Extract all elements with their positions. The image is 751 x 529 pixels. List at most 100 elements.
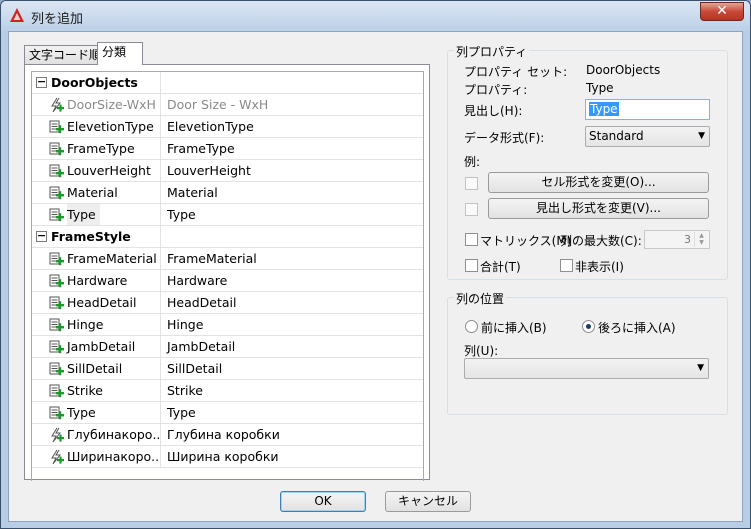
max-columns-value: 3 [684,233,691,246]
property-icon [48,273,64,289]
property-row[interactable]: DoorSize-WxH Door Size - WxH [32,94,423,116]
property-description: LouverHeight [167,163,251,178]
property-icon [48,317,64,333]
ok-button[interactable]: OK [280,491,366,512]
property-description: FrameMaterial [167,251,257,266]
property-name: Hardware [67,273,128,288]
property-name: LouverHeight [67,163,151,178]
heading-input[interactable]: Type [585,99,710,120]
property-name-cell: Type [32,402,161,424]
column-position-group: 列の位置 前に挿入(B) 後ろに挿入(A) 列(U): ▼ [447,290,728,415]
property-name-cell: DoorSize-WxH [32,94,161,116]
group-row[interactable]: − DoorObjects [32,72,423,94]
property-icon [48,383,64,399]
property-row[interactable]: SillDetail SillDetail [32,358,423,380]
property-row[interactable]: FrameMaterial FrameMaterial [32,248,423,270]
insert-before-radio[interactable] [465,320,478,333]
property-name: Hinge [67,317,104,332]
property-name-cell: FrameType [32,138,161,160]
matrix-checkbox[interactable] [465,233,478,246]
chevron-down-icon: ▼ [697,363,704,373]
property-grid: − DoorObjects DoorSize-WxH Door Size - WxH E… [31,71,424,481]
property-name: HeadDetail [67,295,137,310]
column-properties-title: 列プロパティ [454,43,530,60]
data-format-label: データ形式(F): [464,131,545,145]
property-description: HeadDetail [167,295,237,310]
property-description: Type [167,405,196,420]
heading-input-value: Type [589,102,619,116]
property-row[interactable]: Hardware Hardware [32,270,423,292]
total-checkbox[interactable] [465,259,478,272]
property-name: FrameMaterial [67,251,157,266]
tab-alphabetical[interactable]: 文字コード順 [24,45,101,65]
property-name: Strike [67,383,103,398]
property-row[interactable]: Hinge Hinge [32,314,423,336]
property-name-cell: Глубинакоро... [32,424,161,446]
property-name-cell: HeadDetail [32,292,161,314]
property-description: JambDetail [167,339,236,354]
max-columns-spinner: 3 ▲ ▼ [644,230,710,249]
property-name-cell: Material [32,182,161,204]
property-name-cell: JambDetail [32,336,161,358]
property-row[interactable]: HeadDetail HeadDetail [32,292,423,314]
property-row[interactable]: Strike Strike [32,380,423,402]
dialog-body: 文字コード順 分類 − DoorObjects DoorSize-WxH Door S… [8,31,743,522]
column-dropdown[interactable]: ▼ [464,358,709,379]
column-properties-group: 列プロパティ プロパティ セット: DoorObjects プロパティ: Typ… [447,43,728,280]
collapse-toggle-icon[interactable]: − [36,76,47,88]
add-column-dialog: 列を追加 ✕ 文字コード順 分類 − DoorObjects DoorSize-Wx… [0,0,751,529]
property-name-cell: LouverHeight [32,160,161,182]
property-list-panel: − DoorObjects DoorSize-WxH Door Size - WxH E… [24,64,430,481]
property-row[interactable]: Глубинакоро... Глубина коробки [32,424,423,446]
cancel-button[interactable]: キャンセル [385,491,471,512]
property-description: Hardware [167,273,228,288]
example-heading-checkbox [465,203,478,216]
property-name: FrameType [67,141,135,156]
property-row[interactable]: ElevetionType ElevetionType [32,116,423,138]
group-name: FrameStyle [51,229,131,244]
property-name: Material [67,185,118,200]
property-icon [48,405,64,421]
property-name-cell: Ширинакоро... [32,446,161,468]
example-cell-checkbox [465,177,478,190]
close-button[interactable]: ✕ [700,2,744,21]
property-set-value: DoorObjects [586,63,661,77]
property-icon [48,119,64,135]
tab-categorized[interactable]: 分類 [97,42,143,65]
total-label: 合計(T) [480,260,521,274]
property-icon [48,185,64,201]
column-label: 列(U): [464,344,499,358]
property-row[interactable]: Type Type [32,204,423,226]
window-title: 列を追加 [31,12,84,27]
property-row[interactable]: JambDetail JambDetail [32,336,423,358]
property-row[interactable]: LouverHeight LouverHeight [32,160,423,182]
change-heading-format-button[interactable]: 見出し形式を変更(V)... [488,198,709,219]
property-name: DoorSize-WxH [67,97,156,112]
property-name: ElevetionType [67,119,154,134]
hide-checkbox[interactable] [560,259,573,272]
property-row[interactable]: Type Type [32,402,423,424]
collapse-toggle-icon[interactable]: − [36,230,47,242]
property-row[interactable]: FrameType FrameType [32,138,423,160]
property-row[interactable]: Ширинакоро... Ширина коробки [32,446,423,468]
formula-icon [48,449,64,465]
property-label: プロパティ: [464,83,528,97]
group-row[interactable]: − FrameStyle [32,226,423,248]
property-row[interactable]: Material Material [32,182,423,204]
data-format-dropdown[interactable]: Standard ▼ [585,126,710,147]
hide-label: 非表示(I) [575,260,624,274]
property-description: Глубина коробки [167,427,280,442]
property-name-cell: FrameMaterial [32,248,161,270]
insert-before-label: 前に挿入(B) [481,321,547,335]
property-name: SillDetail [67,361,123,376]
insert-after-label: 後ろに挿入(A) [598,321,676,335]
insert-after-radio[interactable] [582,320,595,333]
property-icon [48,295,64,311]
group-name-cell: − FrameStyle [32,226,161,248]
group-name-cell: − DoorObjects [32,72,161,94]
property-description: Door Size - WxH [167,97,269,112]
property-name-cell: ElevetionType [32,116,161,138]
change-cell-format-button[interactable]: セル形式を変更(O)... [488,172,709,193]
property-name-cell: SillDetail [32,358,161,380]
property-description: Strike [167,383,203,398]
